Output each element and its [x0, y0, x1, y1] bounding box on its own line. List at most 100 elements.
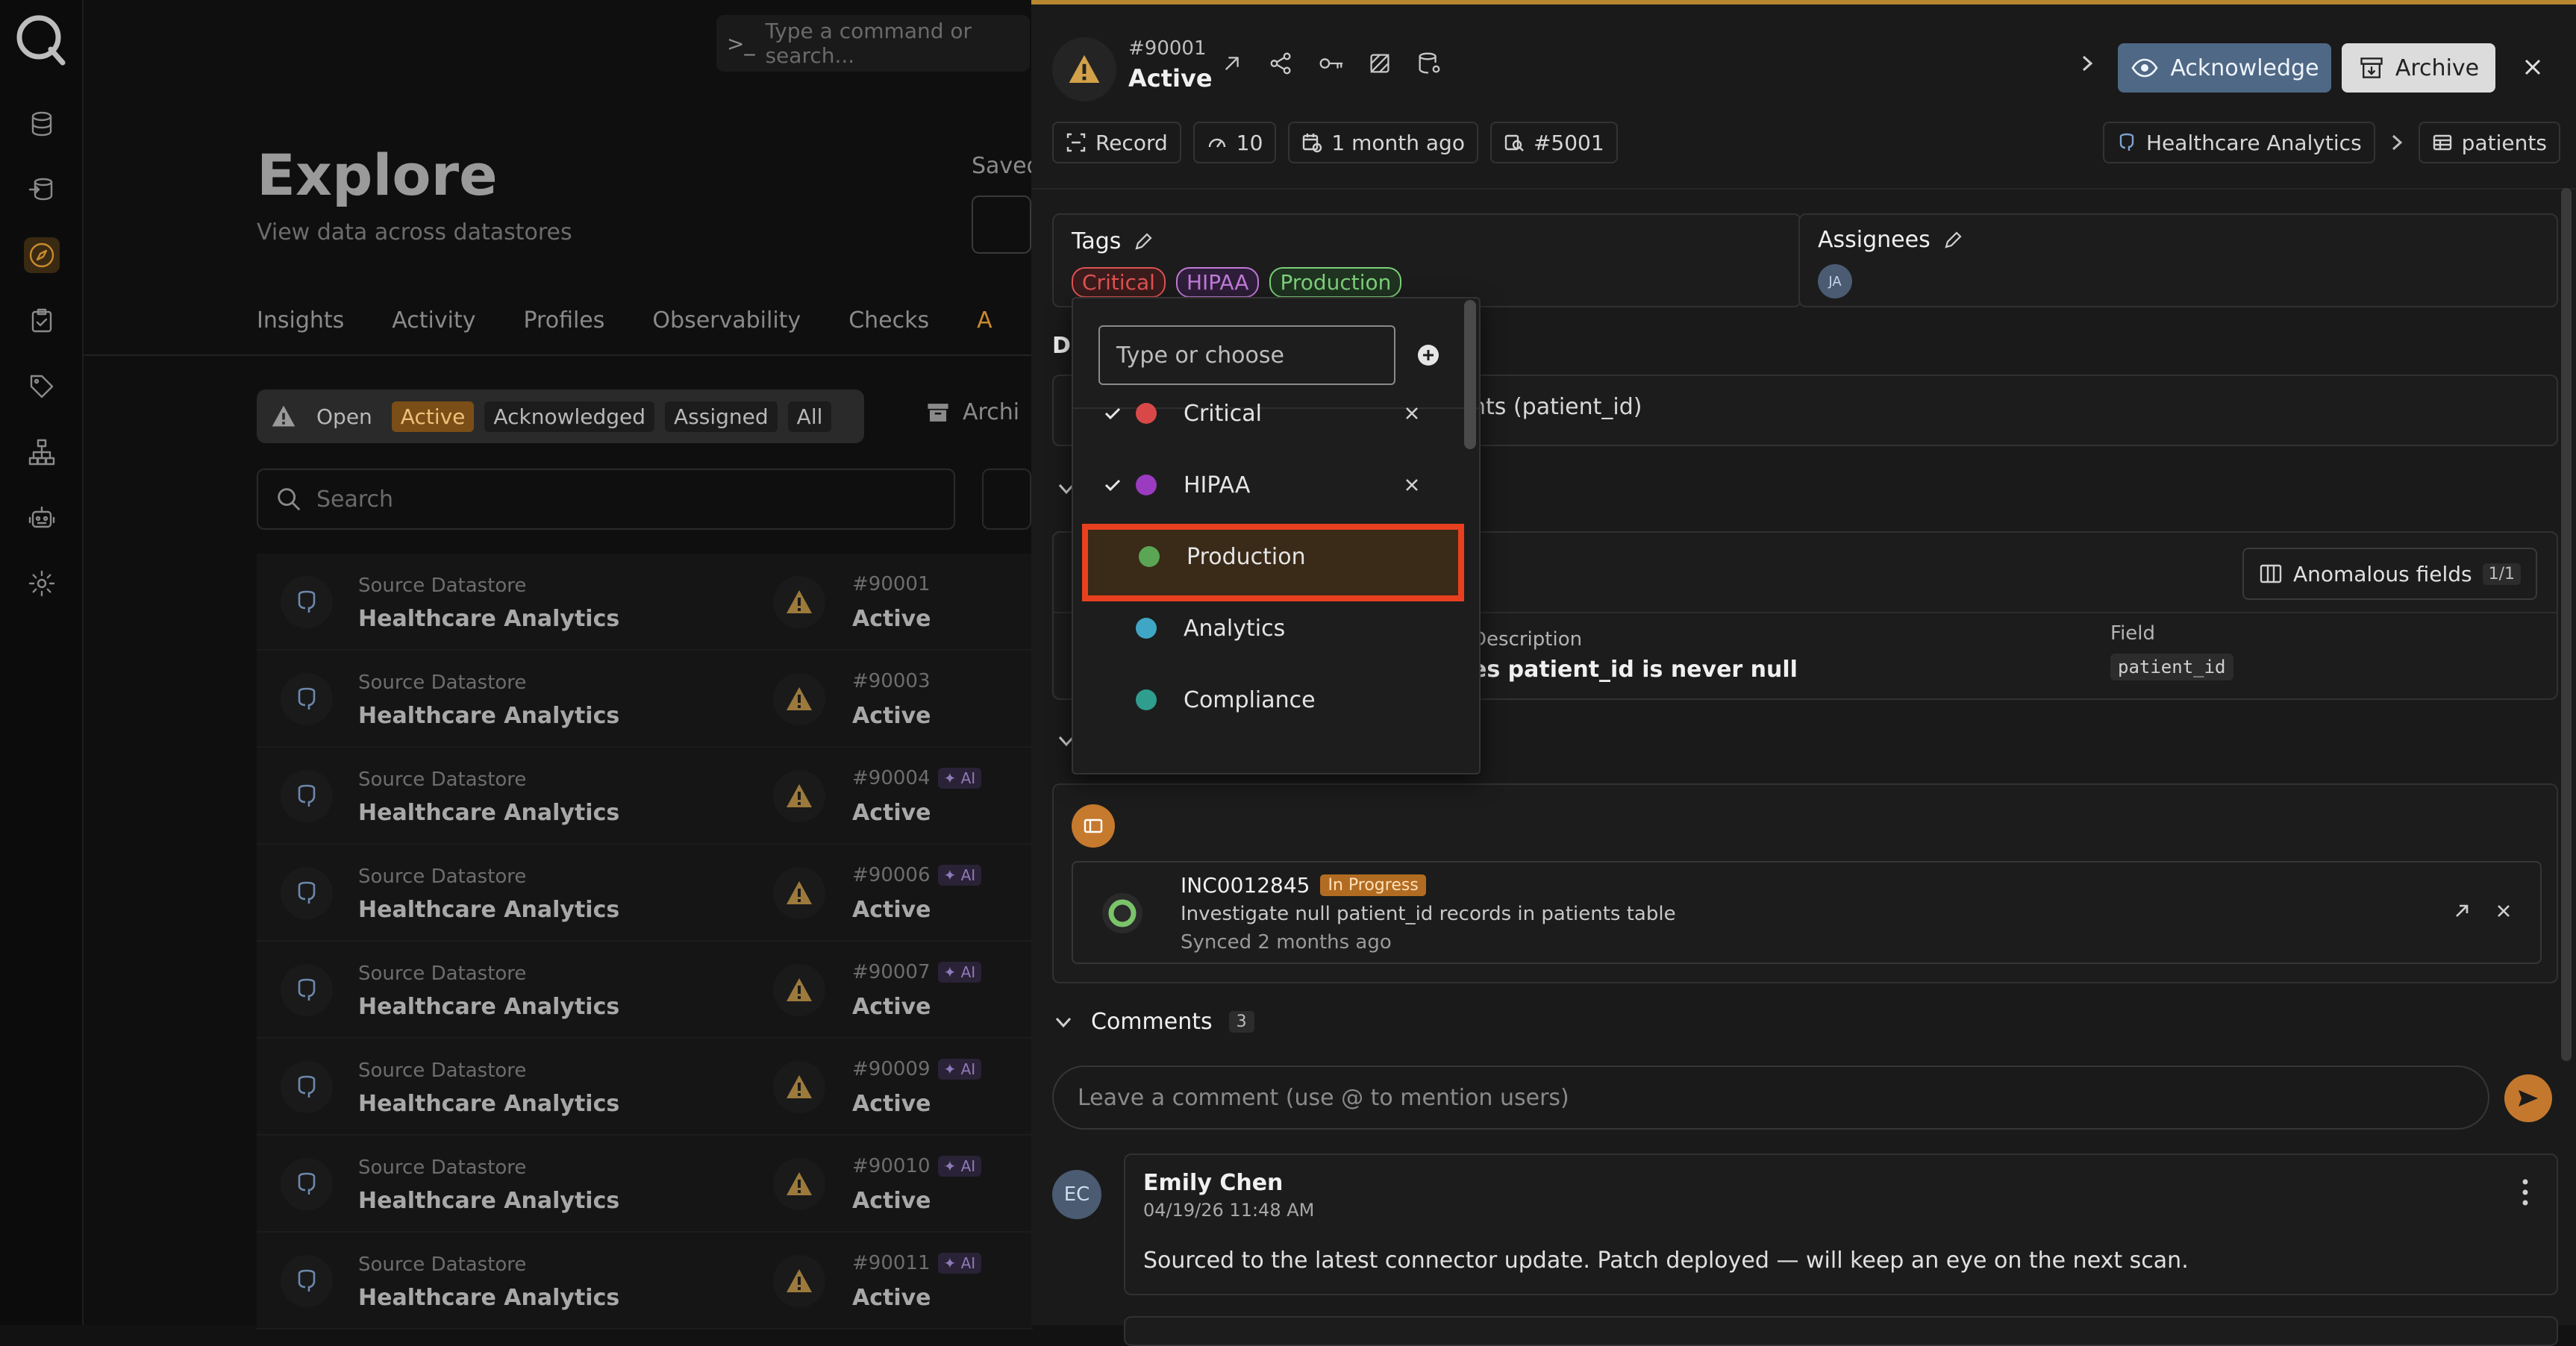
warning-icon: [773, 1255, 825, 1307]
check-pill[interactable]: #5001: [1489, 122, 1618, 163]
datastores-nav-icon[interactable]: [24, 106, 60, 142]
share-icon[interactable]: [1267, 49, 1295, 78]
description-column-value: es patient_id is never null: [1472, 657, 1798, 683]
tab-checks[interactable]: Checks: [848, 307, 929, 334]
add-tag-icon[interactable]: [1415, 342, 1442, 369]
datastore-settings-icon[interactable]: [1415, 49, 1443, 78]
tag-option-compliance[interactable]: Compliance: [1073, 664, 1461, 736]
servicenow-icon: [1102, 893, 1142, 933]
tags-nav-icon[interactable]: [24, 369, 60, 404]
record-pill[interactable]: Record: [1052, 122, 1181, 163]
tag-chip[interactable]: Critical: [1072, 267, 1166, 298]
anomalous-fields-label: Anomalous fields: [2292, 561, 2472, 586]
tag-color-dot: [1136, 618, 1157, 639]
field-column-value: patient_id: [2110, 654, 2233, 680]
list-item[interactable]: Source Datastore Healthcare Analytics #900…: [257, 942, 1033, 1039]
checks-nav-icon[interactable]: [24, 303, 60, 339]
agents-nav-icon[interactable]: [24, 500, 60, 536]
warning-icon: [773, 867, 825, 919]
edit-assignees-icon[interactable]: [1942, 230, 1963, 251]
comment-input[interactable]: Leave a comment (use @ to mention users): [1052, 1065, 2489, 1130]
score-pill[interactable]: 10: [1192, 122, 1277, 163]
tag-chip[interactable]: HIPAA: [1175, 267, 1260, 298]
tab-insights[interactable]: Insights: [257, 307, 344, 334]
archive-label: Archive: [2395, 54, 2480, 81]
list-item[interactable]: Source Datastore Healthcare Analytics #900…: [257, 1039, 1033, 1136]
comments-header[interactable]: Comments 3: [1052, 1009, 1254, 1035]
anomaly-number: #90001: [1128, 37, 1207, 60]
list-item[interactable]: Source Datastore Healthcare Analytics #900…: [257, 554, 1033, 651]
tab-observability[interactable]: Observability: [652, 307, 801, 334]
open-ticket-icon[interactable]: [2451, 900, 2473, 922]
more-menu-icon[interactable]: [2519, 1177, 2531, 1207]
send-icon: [2519, 1090, 2538, 1106]
comment-date: 04/19/26 11:48 AM: [1143, 1200, 1315, 1221]
unlink-ticket-icon[interactable]: [2492, 900, 2515, 922]
dropdown-scrollbar[interactable]: [1464, 300, 1476, 449]
filter-acknowledged[interactable]: Acknowledged: [484, 401, 655, 432]
explore-nav-icon[interactable]: [24, 237, 60, 273]
remove-tag-icon[interactable]: [1401, 475, 1422, 495]
app-logo-icon[interactable]: [12, 10, 69, 67]
age-pill[interactable]: 1 month ago: [1288, 122, 1478, 163]
filter-assigned[interactable]: Assigned: [665, 401, 778, 432]
tag-chip[interactable]: Production: [1269, 267, 1402, 298]
row-number: #90004: [852, 767, 931, 789]
send-comment-button[interactable]: [2504, 1074, 2552, 1122]
filter-open[interactable]: Open: [307, 401, 381, 432]
search-placeholder: Search: [316, 486, 394, 513]
tag-option-critical[interactable]: Critical: [1073, 378, 1461, 449]
search-input[interactable]: Search: [257, 469, 955, 530]
tab-divider: [84, 354, 1031, 356]
postgres-icon: [281, 673, 333, 725]
ticket-card[interactable]: INC0012845 In Progress Investigate null …: [1072, 861, 2542, 964]
anomalous-fields-button[interactable]: Anomalous fields 1/1: [2242, 548, 2537, 600]
description-text: nts (patient_id): [1472, 394, 1642, 420]
comment-card: Emily Chen 04/19/26 11:48 AM Sourced to …: [1124, 1154, 2558, 1295]
breadcrumb-table[interactable]: patients: [2418, 122, 2560, 163]
command-bar[interactable]: >_ Type a command or search...: [716, 15, 1030, 72]
enrichment-nav-icon[interactable]: [24, 172, 60, 207]
comment-card: [1124, 1316, 2558, 1346]
acknowledge-button[interactable]: Acknowledge: [2118, 43, 2331, 93]
settings-nav-icon[interactable]: [24, 566, 60, 601]
warning-icon: [773, 1061, 825, 1113]
open-external-icon[interactable]: [1218, 49, 1246, 78]
tag-option-analytics[interactable]: Analytics: [1073, 592, 1461, 664]
breadcrumb-datastore[interactable]: Healthcare Analytics: [2103, 122, 2375, 163]
flows-nav-icon[interactable]: [24, 434, 60, 470]
panel-scrollbar[interactable]: [2561, 188, 2572, 1061]
view-toggle-button[interactable]: [982, 469, 1031, 530]
avatar[interactable]: JA: [1818, 264, 1852, 298]
row-status: Active: [852, 897, 931, 923]
filter-active[interactable]: Active: [391, 401, 475, 432]
next-anomaly-icon[interactable]: [2075, 51, 2100, 76]
list-item[interactable]: Source Datastore Healthcare Analytics #900…: [257, 1233, 1033, 1330]
archive-button[interactable]: Archive: [2342, 43, 2495, 93]
tag-option-hipaa[interactable]: HIPAA: [1073, 449, 1461, 521]
tab-anomalies[interactable]: A: [977, 307, 992, 334]
list-item[interactable]: Source Datastore Healthcare Analytics #900…: [257, 1136, 1033, 1233]
postgres-icon: [281, 867, 333, 919]
hide-icon[interactable]: [1366, 49, 1394, 78]
archived-filter[interactable]: Archi: [925, 399, 1019, 425]
row-label: Source Datastore: [358, 575, 527, 597]
list-item[interactable]: Source Datastore Healthcare Analytics #900…: [257, 651, 1033, 748]
tab-profiles[interactable]: Profiles: [523, 307, 604, 334]
close-icon[interactable]: [2516, 51, 2549, 84]
saved-filter-button[interactable]: [972, 195, 1031, 254]
list-item[interactable]: Source Datastore Healthcare Analytics #900…: [257, 845, 1033, 942]
ai-badge: ✦ AI: [937, 962, 982, 983]
edit-tags-icon[interactable]: [1133, 231, 1154, 252]
comments-count: 3: [1228, 1011, 1254, 1033]
filter-all[interactable]: All: [787, 401, 832, 432]
tab-activity[interactable]: Activity: [392, 307, 475, 334]
tag-search-input[interactable]: Type or choose: [1098, 325, 1395, 385]
key-icon[interactable]: [1316, 49, 1345, 78]
remove-tag-icon[interactable]: [1401, 403, 1422, 424]
warning-icon: [773, 1158, 825, 1210]
tag-option-production[interactable]: Production: [1076, 521, 1464, 601]
warning-icon: [773, 770, 825, 822]
list-item[interactable]: Source Datastore Healthcare Analytics #900…: [257, 748, 1033, 845]
postgres-icon: [281, 964, 333, 1016]
